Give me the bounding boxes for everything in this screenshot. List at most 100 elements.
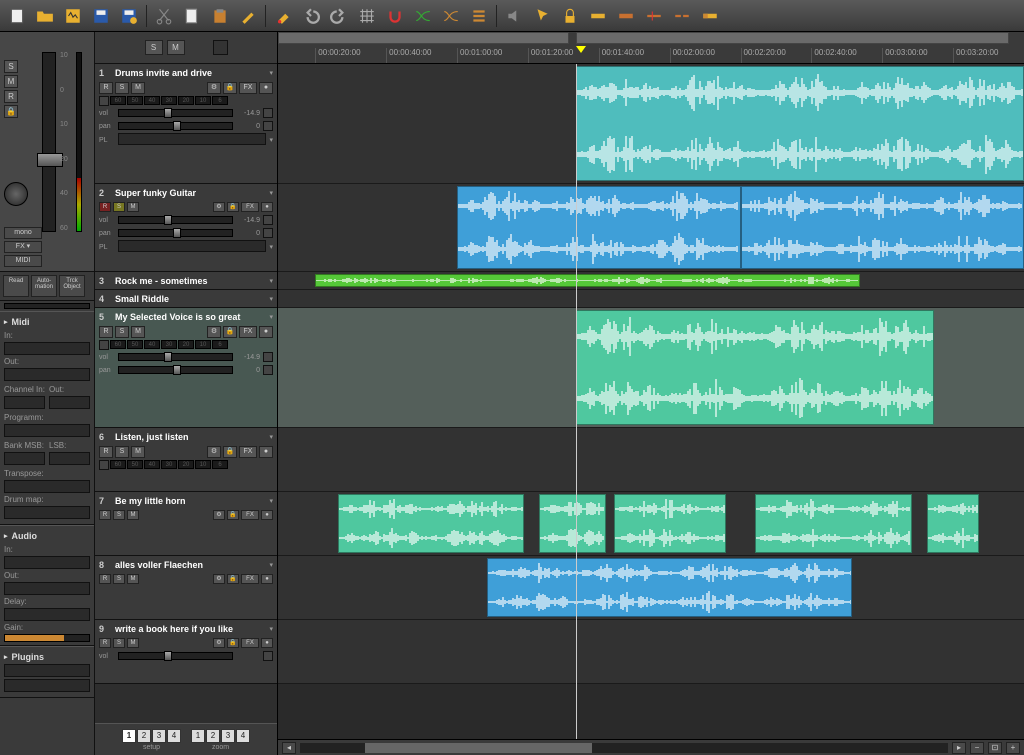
slider-icon[interactable]: [263, 365, 273, 375]
midi-button[interactable]: MIDI: [4, 255, 42, 267]
track-extra-button[interactable]: ●: [259, 446, 273, 458]
track-header[interactable]: 1Drums invite and drive▾RSM⚙🔒FX●60504030…: [95, 64, 277, 184]
track-extra-button[interactable]: ⚙: [207, 326, 221, 338]
track-record-button[interactable]: R: [99, 638, 111, 648]
read-button[interactable]: Read: [3, 275, 29, 297]
track-extra-button[interactable]: 🔒: [227, 202, 239, 212]
tool-bar4-icon[interactable]: [671, 5, 693, 27]
clip-lanes[interactable]: [278, 64, 1024, 739]
audio-out-dropdown[interactable]: [4, 582, 90, 595]
midi-trans-dropdown[interactable]: [4, 480, 90, 493]
track-header[interactable]: 8alles voller Flaechen▾RSM⚙🔒FX●: [95, 556, 277, 620]
slider-icon[interactable]: [263, 651, 273, 661]
track-extra-button[interactable]: ⚙: [207, 82, 221, 94]
plugin-slot[interactable]: [4, 679, 90, 692]
track-extra-button[interactable]: 🔒: [223, 82, 237, 94]
vol-slider[interactable]: [118, 353, 233, 361]
automation-button[interactable]: Auto- mation: [31, 275, 57, 297]
h-scrollbar[interactable]: ◂ ▸ − ⊡ +: [278, 739, 1024, 755]
speaker-icon[interactable]: [99, 460, 109, 470]
track-extra-button[interactable]: ●: [261, 574, 273, 584]
header-color-icon[interactable]: [213, 40, 228, 55]
track-header[interactable]: 5My Selected Voice is so great▾RSM⚙🔒FX●6…: [95, 308, 277, 428]
master-record-button[interactable]: R: [4, 90, 18, 103]
track-solo-button[interactable]: S: [113, 202, 125, 212]
fx-button[interactable]: FX ▾: [4, 241, 42, 253]
track-extra-button[interactable]: ●: [261, 510, 273, 520]
slider-icon[interactable]: [263, 121, 273, 131]
redo-icon[interactable]: [328, 5, 350, 27]
track-extra-button[interactable]: ⚙: [207, 446, 221, 458]
track-mute-button[interactable]: M: [131, 446, 145, 458]
track-header[interactable]: 9write a book here if you like▾RSM⚙🔒FX●v…: [95, 620, 277, 684]
track-header[interactable]: 4Small Riddle▾RSM: [95, 290, 277, 308]
track-extra-button[interactable]: 🔒: [227, 638, 239, 648]
audio-clip[interactable]: [457, 186, 740, 269]
track-name[interactable]: Be my little horn: [115, 496, 265, 506]
speaker-icon[interactable]: [99, 340, 109, 350]
track-name[interactable]: My Selected Voice is so great: [115, 312, 265, 322]
slider-icon[interactable]: [263, 228, 273, 238]
audio-clip[interactable]: [576, 310, 934, 425]
midi-chout-dropdown[interactable]: [49, 396, 90, 409]
track-record-button[interactable]: R: [99, 326, 113, 338]
track-record-button[interactable]: R: [99, 202, 111, 212]
audio-in-dropdown[interactable]: [4, 556, 90, 569]
setup-preset-button[interactable]: 2: [137, 729, 151, 743]
track-mute-button[interactable]: M: [131, 82, 145, 94]
master-knob[interactable]: [4, 182, 28, 206]
track-mute-button[interactable]: M: [127, 638, 139, 648]
pencil-icon[interactable]: [237, 5, 259, 27]
audio-clip[interactable]: [487, 558, 853, 617]
track-header[interactable]: 6Listen, just listen▾RSM⚙🔒FX●60504030201…: [95, 428, 277, 492]
track-name[interactable]: Drums invite and drive: [115, 68, 265, 78]
track-solo-button[interactable]: S: [115, 82, 129, 94]
track-menu-icon[interactable]: ▾: [269, 561, 273, 569]
midi-prog-dropdown[interactable]: [4, 424, 90, 437]
track-solo-button[interactable]: S: [113, 510, 125, 520]
track-extra-button[interactable]: 🔒: [223, 446, 237, 458]
track-lane[interactable]: [278, 556, 1024, 620]
track-menu-icon[interactable]: ▾: [269, 277, 273, 285]
pan-slider[interactable]: [118, 122, 233, 130]
track-extra-button[interactable]: FX: [241, 638, 259, 648]
vol-slider[interactable]: [118, 652, 233, 660]
crossfade-icon[interactable]: [412, 5, 434, 27]
track-mute-button[interactable]: M: [127, 574, 139, 584]
audio-clip[interactable]: [927, 494, 979, 553]
new-doc-icon[interactable]: [181, 5, 203, 27]
pointer-icon[interactable]: [531, 5, 553, 27]
track-lane[interactable]: [278, 492, 1024, 556]
track-lane[interactable]: [278, 428, 1024, 492]
tool-bar2-icon[interactable]: [615, 5, 637, 27]
midi-chin-dropdown[interactable]: [4, 396, 45, 409]
playhead[interactable]: [576, 64, 577, 739]
track-extra-button[interactable]: ⚙: [213, 638, 225, 648]
zoom-preset-button[interactable]: 2: [206, 729, 220, 743]
list-icon[interactable]: [468, 5, 490, 27]
track-solo-button[interactable]: S: [113, 638, 125, 648]
audio-clip[interactable]: [614, 494, 726, 553]
track-extra-button[interactable]: FX: [239, 446, 257, 458]
slider-icon[interactable]: [263, 108, 273, 118]
track-mute-button[interactable]: M: [131, 326, 145, 338]
track-solo-button[interactable]: S: [113, 574, 125, 584]
track-object-button[interactable]: Trck Object: [59, 275, 85, 297]
audio-clip[interactable]: [539, 494, 606, 553]
zoom-preset-button[interactable]: 4: [236, 729, 250, 743]
track-lane[interactable]: [278, 308, 1024, 428]
track-lane[interactable]: [278, 272, 1024, 290]
track-menu-icon[interactable]: ▾: [269, 625, 273, 633]
tool-bar5-icon[interactable]: [699, 5, 721, 27]
track-menu-icon[interactable]: ▾: [269, 313, 273, 321]
pan-slider[interactable]: [118, 366, 233, 374]
track-lane[interactable]: [278, 184, 1024, 272]
track-extra-button[interactable]: FX: [239, 82, 257, 94]
mono-button[interactable]: mono: [4, 227, 42, 239]
scroll-thumb[interactable]: [300, 743, 948, 753]
paste-icon[interactable]: [209, 5, 231, 27]
track-menu-icon[interactable]: ▾: [269, 69, 273, 77]
header-mute-button[interactable]: M: [167, 40, 185, 55]
zoom-in-button[interactable]: +: [1006, 742, 1020, 754]
pl-dropdown[interactable]: [118, 133, 266, 145]
